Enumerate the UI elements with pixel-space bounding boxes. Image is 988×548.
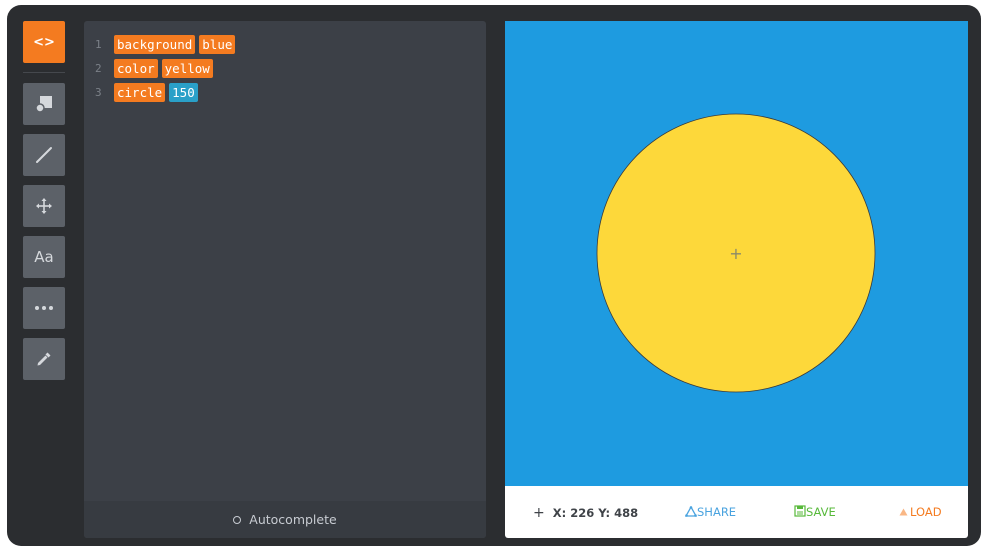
line-number: 1 [95,37,102,51]
coordinates-text: X: 226 Y: 488 [552,506,639,520]
drawing-canvas[interactable]: + [505,21,968,486]
center-marker: + [729,244,742,263]
code-token[interactable]: blue [199,34,236,54]
eyedropper-icon [37,352,51,366]
move-tool-button[interactable] [23,185,65,227]
text-icon: Aa [34,248,54,266]
crosshair-icon: + [533,505,545,521]
share-icon [684,505,698,517]
code-line[interactable]: 1 background blue [84,32,486,56]
save-icon [794,505,806,517]
line-number: 2 [95,61,102,75]
canvas-svg: + [505,21,968,486]
code-lines: 1 background blue 2 color yellow 3 circl… [84,32,486,104]
more-tool-button[interactable] [23,287,65,329]
share-label: SHARE [697,505,737,519]
code-line[interactable]: 2 color yellow [84,56,486,80]
code-token[interactable]: color [114,58,158,78]
code-editor[interactable]: 1 background blue 2 color yellow 3 circl… [84,21,486,538]
canvas-statusbar: + X: 226 Y: 488 SHARE SAVE LOAD [505,486,968,538]
shapes-icon [35,96,52,113]
code-token[interactable]: circle [114,82,166,102]
code-icon: <> [33,34,55,50]
load-label: LOAD [910,505,942,519]
toolbar-divider [23,72,65,73]
cursor-coordinates: + X: 226 Y: 488 [533,505,638,521]
move-icon [36,198,52,214]
code-token[interactable]: background [114,34,196,54]
line-tool-button[interactable] [23,134,65,176]
save-button[interactable]: SAVE [794,505,836,519]
code-tool-button[interactable]: <> [23,21,65,63]
line-icon [36,147,52,163]
code-token[interactable]: yellow [161,58,213,78]
autocomplete-label: Autocomplete [249,512,337,527]
save-label: SAVE [806,505,836,519]
line-number: 3 [95,85,102,99]
app-frame: <> Aa 1 background blue 2 color yellow 3… [7,5,981,546]
color-picker-tool-button[interactable] [23,338,65,380]
share-button[interactable]: SHARE [684,505,737,519]
autocomplete-toggle[interactable]: Autocomplete [84,501,486,538]
text-tool-button[interactable]: Aa [23,236,65,278]
number-token[interactable]: 150 [169,82,198,102]
load-button[interactable]: LOAD [899,505,942,519]
radio-icon [233,515,242,524]
more-icon [35,306,53,310]
load-icon [899,508,908,516]
shapes-tool-button[interactable] [23,83,65,125]
code-line[interactable]: 3 circle 150 [84,80,486,104]
